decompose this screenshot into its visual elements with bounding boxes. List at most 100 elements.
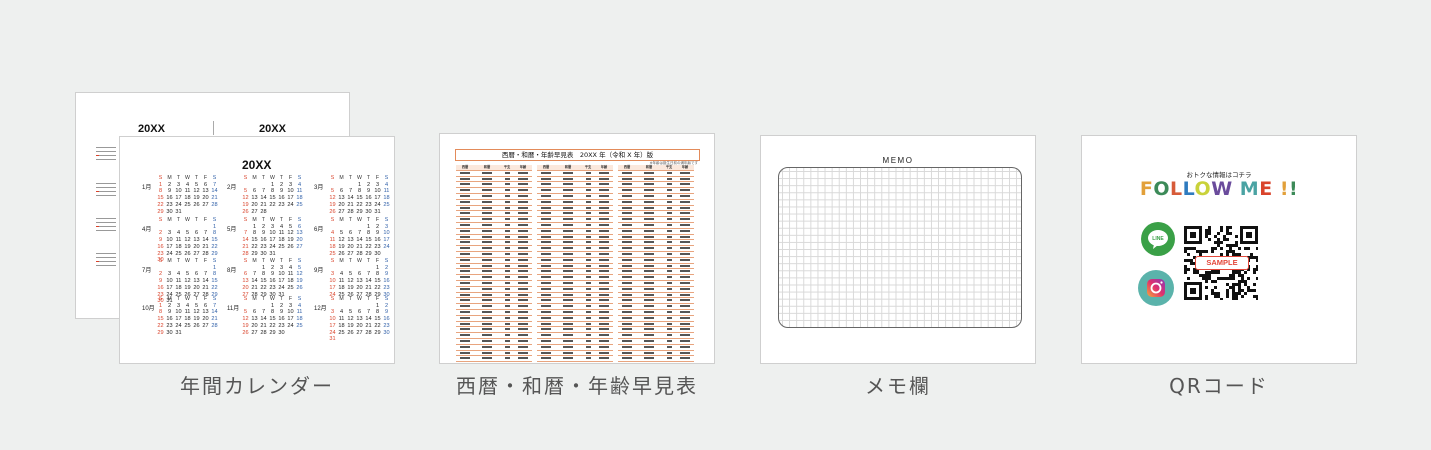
- table-cell-mark: [636, 182, 662, 187]
- table-header-cell: 和暦: [564, 165, 572, 169]
- text-mark: [644, 189, 654, 192]
- day-cell: 21: [260, 201, 267, 208]
- text-mark: [599, 241, 609, 244]
- day-cell: 29: [251, 250, 258, 257]
- text-mark: [599, 200, 609, 203]
- day-cell: 15: [251, 237, 258, 244]
- table-cell-mark: [595, 194, 613, 199]
- text-mark: [541, 264, 551, 267]
- table-cell-mark: [456, 177, 474, 182]
- text-mark: [599, 229, 609, 232]
- month-12: 12月 S M T W T F S 1 2 3 4 5 6 7 8 9 10 11 12 13 14 15 16 17 18 19 2…: [314, 296, 394, 343]
- text-mark: [563, 212, 573, 215]
- table-cell-mark: [676, 293, 694, 298]
- sample-label: SAMPLE: [1195, 256, 1249, 270]
- text-mark: [482, 241, 492, 244]
- weekday-header: T: [261, 175, 266, 181]
- table-cell-mark: [662, 298, 676, 303]
- text-mark: [622, 252, 632, 255]
- text-mark: [680, 241, 690, 244]
- day-cell: 20: [251, 201, 258, 208]
- day-cell: 10: [287, 309, 294, 316]
- instagram-icon[interactable]: [1138, 270, 1174, 306]
- text-mark: [504, 299, 510, 302]
- text-mark: [599, 316, 609, 319]
- qr-module: [1190, 232, 1196, 238]
- table-cell-mark: [676, 235, 694, 240]
- day-cell: 12: [242, 195, 249, 202]
- empty-cell: [174, 224, 183, 231]
- text-mark: [518, 287, 528, 290]
- table-cell-mark: [636, 246, 662, 251]
- text-mark: [460, 305, 470, 308]
- table-cell-mark: [456, 188, 474, 193]
- table-cell-mark: [456, 264, 474, 269]
- table-cell-mark: [555, 235, 581, 240]
- table-cell-mark: [537, 310, 555, 315]
- day-cell: 3: [384, 223, 389, 230]
- table-cell-mark: [474, 235, 500, 240]
- table-cell-mark: [500, 200, 514, 205]
- text-mark: [680, 258, 690, 261]
- table-cell-mark: [676, 194, 694, 199]
- day-cell: 23: [383, 284, 390, 291]
- table-cell-mark: [618, 327, 636, 332]
- day-cell: 19: [242, 322, 249, 329]
- table-cell-mark: [474, 246, 500, 251]
- day-cell: 13: [193, 278, 200, 285]
- table-cell-mark: [537, 293, 555, 298]
- empty-cell: [364, 265, 373, 272]
- text-mark: [504, 357, 510, 360]
- text-mark: [541, 287, 551, 290]
- text-mark: [518, 177, 528, 180]
- text-mark: [622, 287, 632, 290]
- day-cell: 15: [269, 195, 276, 202]
- text-mark: [563, 287, 573, 290]
- text-mark: [460, 218, 470, 221]
- text-mark: [518, 316, 528, 319]
- text-mark: [504, 229, 510, 232]
- text-mark: [644, 235, 654, 238]
- weekday-header: S: [297, 175, 302, 181]
- day-cell: 12: [287, 230, 294, 237]
- text-mark: [644, 212, 654, 215]
- day-cell: 28: [365, 329, 372, 336]
- table-cell-mark: [500, 182, 514, 187]
- table-cell-mark: [595, 211, 613, 216]
- table-cell-mark: [514, 217, 532, 222]
- table-cell-mark: [636, 188, 662, 193]
- table-cell-mark: [537, 223, 555, 228]
- line-icon[interactable]: LINE: [1141, 222, 1175, 256]
- text-mark: [599, 310, 609, 313]
- day-cell: 9: [270, 271, 275, 278]
- table-cell-mark: [662, 339, 676, 344]
- text-mark: [482, 322, 492, 325]
- table-cell-mark: [500, 322, 514, 327]
- qr-module: [1223, 235, 1226, 238]
- table-cell-mark: [618, 356, 636, 361]
- month-8: 8月 S M T W T F S 1 2 3 4 5 6 7 8 9 10 11 12 13 14 15 16 17 18 19 20…: [227, 258, 307, 298]
- table-cell-mark: [662, 316, 676, 321]
- text-mark: [599, 252, 609, 255]
- qr-module: [1232, 283, 1235, 286]
- day-cell: 21: [202, 243, 209, 250]
- qr-module: [1187, 253, 1190, 256]
- text-mark: [504, 322, 510, 325]
- qr-module: [1190, 247, 1193, 250]
- day-cell: 17: [269, 237, 276, 244]
- table-cell-mark: [514, 171, 532, 176]
- text-mark: [460, 189, 470, 192]
- text-mark: [541, 328, 551, 331]
- table-row: [618, 356, 694, 363]
- table-cell-mark: [581, 275, 595, 280]
- weekday-header: W: [185, 175, 190, 181]
- table-cell-mark: [555, 327, 581, 332]
- table-cell-mark: [555, 258, 581, 263]
- text-mark: [585, 345, 591, 348]
- text-mark: [460, 223, 470, 226]
- day-cell: 4: [176, 230, 181, 237]
- day-cell: 3: [279, 264, 284, 271]
- text-mark: [644, 293, 654, 296]
- table-cell-mark: [500, 293, 514, 298]
- qr-module: [1214, 280, 1217, 283]
